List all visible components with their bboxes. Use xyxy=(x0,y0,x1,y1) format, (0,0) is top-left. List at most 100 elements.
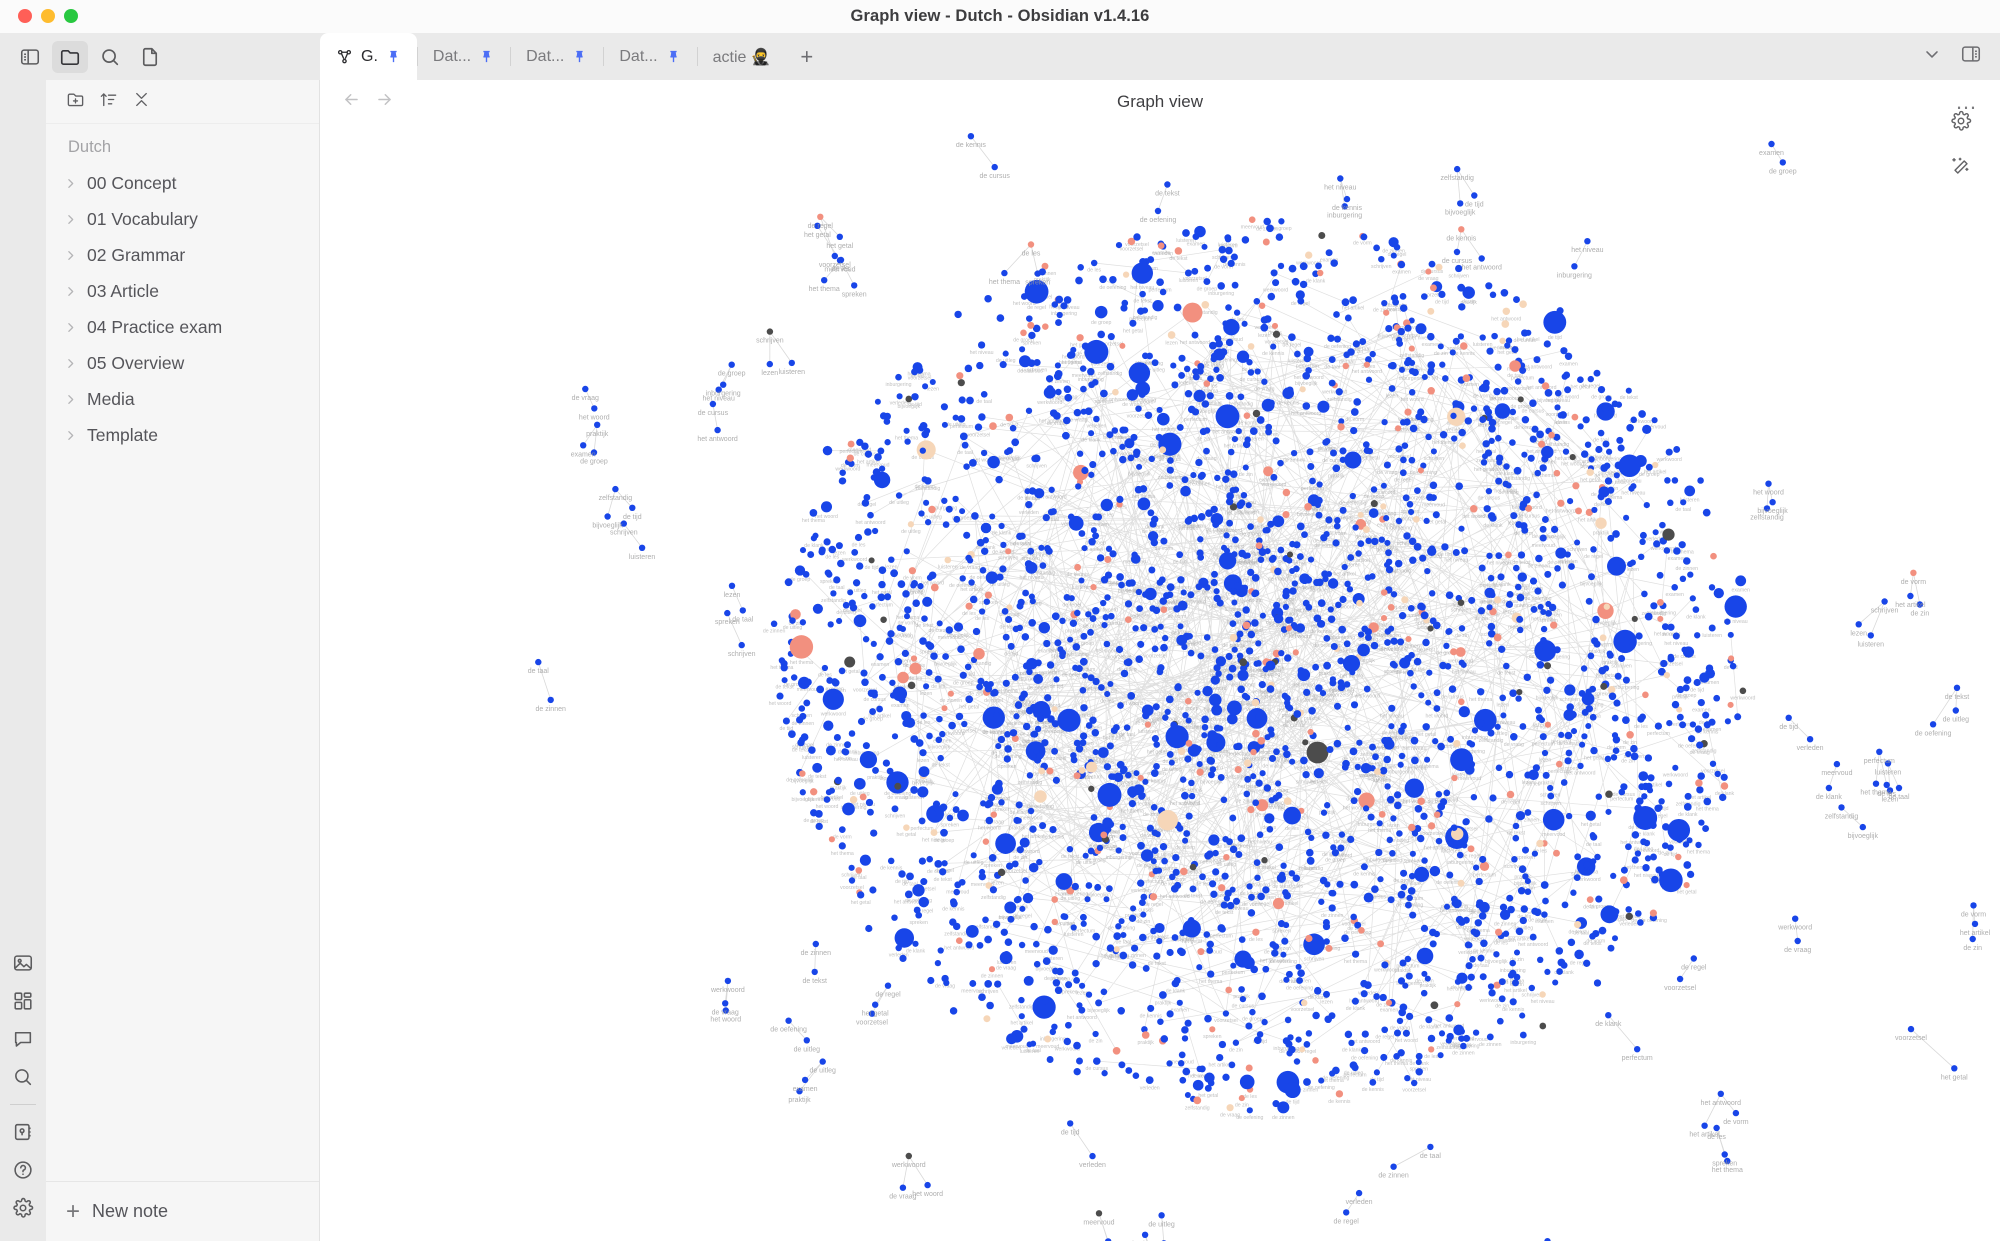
pin-icon[interactable] xyxy=(479,49,494,64)
svg-text:de tijd: de tijd xyxy=(1050,684,1064,690)
sidebar-item-00-concept[interactable]: 00 Concept xyxy=(46,165,319,201)
folder-list: 00 Concept 01 Vocabulary 02 Grammar 03 A… xyxy=(46,163,319,1181)
sidebar-item-05-overview[interactable]: 05 Overview xyxy=(46,345,319,381)
sidebar-item-03-article[interactable]: 03 Article xyxy=(46,273,319,309)
tab-dataview-3[interactable]: Dat... xyxy=(603,33,696,80)
svg-text:de cursus: de cursus xyxy=(1557,741,1580,747)
header-right-icons xyxy=(1850,33,2000,80)
svg-text:de oefening: de oefening xyxy=(1140,217,1177,224)
svg-text:lezen: lezen xyxy=(917,758,930,764)
svg-text:zelfstandig: zelfstandig xyxy=(821,598,846,604)
close-button[interactable] xyxy=(18,9,32,23)
svg-text:het thema: het thema xyxy=(1432,440,1455,446)
new-folder-icon[interactable] xyxy=(66,90,85,114)
graph-canvas[interactable]: het artikel de zin werkwoord de vraag het wo… xyxy=(320,124,2000,1241)
svg-text:de vorm: de vorm xyxy=(1328,531,1347,537)
graph-svg[interactable]: het artikelde zinwerkwoordde vraaghet wo… xyxy=(320,124,2000,1241)
svg-text:het thema: het thema xyxy=(802,518,825,524)
svg-text:lezen: lezen xyxy=(1258,333,1271,339)
search-button[interactable] xyxy=(92,41,128,73)
svg-text:de zinnen: de zinnen xyxy=(1321,913,1344,919)
new-file-button[interactable] xyxy=(132,41,168,73)
pin-icon[interactable] xyxy=(666,49,681,64)
pin-icon[interactable] xyxy=(572,49,587,64)
title-bar: Graph view - Dutch - Obsidian v1.4.16 xyxy=(0,0,2000,33)
svg-text:de les: de les xyxy=(931,684,945,690)
svg-text:luisteren: luisteren xyxy=(802,755,822,761)
svg-text:spreken: spreken xyxy=(1404,858,1423,864)
comment-icon[interactable] xyxy=(6,1020,40,1058)
zoom-button[interactable] xyxy=(64,9,78,23)
pin-icon[interactable] xyxy=(386,49,401,64)
toggle-right-sidebar-icon[interactable] xyxy=(1960,43,1982,70)
svg-text:het niveau: het niveau xyxy=(1621,491,1645,497)
sidebar-item-label: 04 Practice exam xyxy=(87,316,223,337)
svg-text:verleden: verleden xyxy=(1130,613,1150,619)
svg-text:het getal: het getal xyxy=(1360,456,1380,462)
svg-text:de vorm: de vorm xyxy=(1155,546,1174,552)
sidebar-item-04-practice-exam[interactable]: 04 Practice exam xyxy=(46,309,319,345)
svg-text:schrijven: schrijven xyxy=(1026,464,1047,470)
grid-icon[interactable] xyxy=(6,982,40,1020)
svg-text:inburgering: inburgering xyxy=(706,391,741,398)
svg-text:de uitleg: de uitleg xyxy=(901,529,921,535)
svg-text:de oefening: de oefening xyxy=(1273,760,1300,766)
graph-settings-icon[interactable] xyxy=(1948,108,1974,134)
chevron-down-icon[interactable] xyxy=(1922,44,1942,69)
svg-text:zelfstandig: zelfstandig xyxy=(944,932,969,938)
sort-icon[interactable] xyxy=(99,90,118,114)
graph-links xyxy=(786,239,1739,1084)
svg-text:luisteren: luisteren xyxy=(1858,641,1885,648)
tab-dataview-2[interactable]: Dat... xyxy=(510,33,603,80)
tab-actie[interactable]: actie 🥷 xyxy=(696,33,787,80)
svg-text:de les: de les xyxy=(852,543,866,549)
graph-nodes[interactable] xyxy=(535,133,1979,1241)
svg-text:de klank: de klank xyxy=(1166,989,1186,995)
svg-text:de kennis: de kennis xyxy=(1502,1007,1525,1013)
svg-text:het antwoord: het antwoord xyxy=(1546,508,1576,514)
settings-icon[interactable] xyxy=(6,1189,40,1227)
tab-label: Dat... xyxy=(432,47,472,65)
svg-text:het thema: het thema xyxy=(1199,979,1222,985)
svg-text:de tekst: de tekst xyxy=(932,763,951,769)
new-note-button[interactable]: + New note xyxy=(46,1181,319,1241)
tab-strip: G. Dat... Dat... Dat... actie 🥷 + xyxy=(320,33,1850,80)
svg-text:de groep: de groep xyxy=(790,577,811,583)
svg-text:lezen: lezen xyxy=(761,370,778,377)
help-icon[interactable] xyxy=(6,1151,40,1189)
new-tab-button[interactable]: + xyxy=(787,33,827,80)
window-title: Graph view - Dutch - Obsidian v1.4.16 xyxy=(850,6,1150,25)
image-icon[interactable] xyxy=(6,944,40,982)
sidebar-item-02-grammar[interactable]: 02 Grammar xyxy=(46,237,319,273)
minimize-button[interactable] xyxy=(41,9,55,23)
forward-arrow-icon[interactable] xyxy=(375,90,394,114)
sidebar-item-label: 05 Overview xyxy=(87,352,185,373)
svg-text:de regel: de regel xyxy=(1252,902,1271,908)
svg-text:werkwoord: werkwoord xyxy=(1657,457,1682,463)
svg-text:de tekst: de tekst xyxy=(1569,930,1588,936)
sidebar-item-01-vocabulary[interactable]: 01 Vocabulary xyxy=(46,201,319,237)
svg-text:het niveau: het niveau xyxy=(1248,839,1272,845)
collapse-all-icon[interactable] xyxy=(132,90,151,114)
svg-text:het getal: het getal xyxy=(1193,589,1213,595)
svg-text:de vraag: de vraag xyxy=(996,966,1016,972)
tab-dataview-1[interactable]: Dat... xyxy=(416,33,510,80)
svg-text:de groep: de groep xyxy=(718,371,746,378)
sidebar-item-template[interactable]: Template xyxy=(46,417,319,453)
svg-text:de kennis: de kennis xyxy=(1446,235,1476,242)
tab-graph-view[interactable]: G. xyxy=(320,33,417,80)
left-ribbon xyxy=(0,80,46,1241)
sidebar-item-media[interactable]: Media xyxy=(46,381,319,417)
search-icon[interactable] xyxy=(6,1058,40,1096)
svg-text:lezen: lezen xyxy=(1850,630,1867,637)
back-arrow-icon[interactable] xyxy=(342,90,361,114)
svg-text:voorzetsel: voorzetsel xyxy=(1214,1018,1238,1024)
vault-icon[interactable] xyxy=(6,1113,40,1151)
toggle-left-sidebar-button[interactable] xyxy=(12,41,48,73)
svg-text:lezen: lezen xyxy=(724,592,741,599)
svg-text:de oefening: de oefening xyxy=(1339,501,1366,507)
svg-text:werkwoord: werkwoord xyxy=(1730,696,1755,702)
explorer-toolbar xyxy=(46,80,319,124)
graph-forces-icon[interactable] xyxy=(1948,154,1974,180)
file-explorer-button[interactable] xyxy=(52,40,88,73)
